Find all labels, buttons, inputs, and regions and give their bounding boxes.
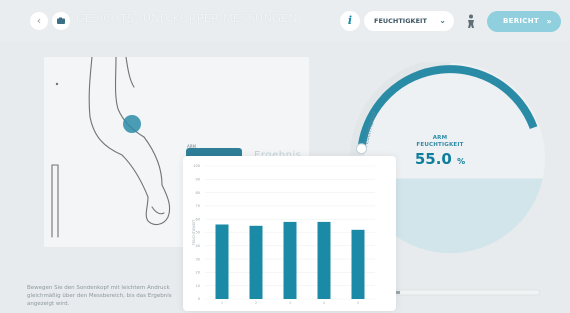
x-tick-label: 4	[323, 301, 325, 305]
bar-chart: 0 10 20 30 40 50 60 70 80 90 100 FEUCHTIGKEIT 1 2 3 4 5	[192, 164, 375, 305]
chart-bar	[317, 221, 331, 299]
y-axis-label: FEUCHTIGKEIT	[192, 219, 196, 245]
y-tick-label: 40	[196, 244, 200, 248]
info-icon: i	[347, 14, 353, 27]
chevron-down-icon: ⌄	[439, 16, 446, 25]
gauge-value-number: 55.0	[414, 150, 452, 168]
person-icon	[468, 14, 474, 28]
app-window: ‹ GESICHTS- UND KÖRPER-MESSUNGEN i FEUCH…	[0, 0, 570, 313]
measurement-spot-marker	[123, 115, 141, 133]
person-icon-button[interactable]	[462, 11, 480, 31]
page-title: GESICHTS- UND KÖRPER-MESSUNGEN	[76, 12, 298, 25]
gauge-value-unit: %	[457, 157, 466, 166]
back-button[interactable]: ‹	[30, 12, 48, 30]
moisture-history-chart: 0 10 20 30 40 50 60 70 80 90 100 FEUCHTIGKEIT 1 2 3 4 5	[183, 156, 396, 311]
y-tick-label: 30	[196, 257, 200, 261]
report-button-label: BERICHT	[503, 17, 539, 25]
x-tick-label: 5	[357, 301, 359, 305]
info-button[interactable]: i	[340, 11, 360, 31]
camera-button[interactable]	[52, 12, 70, 30]
chart-bar	[249, 225, 263, 299]
y-tick-label: 60	[196, 217, 200, 221]
instruction-hint: Bewegen Sie den Sondenkopf mit leichtem …	[27, 285, 172, 307]
report-button[interactable]: BERICHT »	[487, 11, 561, 32]
gauge-title-line2: FEUCHTIGKEIT	[416, 141, 464, 148]
gauge-handle[interactable]	[356, 143, 367, 155]
metric-select[interactable]: FEUCHTIGKEIT ⌄	[364, 11, 454, 31]
probe-device-image	[390, 289, 540, 296]
y-tick-label: 0	[198, 297, 200, 301]
x-tick-label: 2	[255, 301, 257, 305]
gauge-title: ARM FEUCHTIGKEIT	[400, 135, 480, 148]
x-tick-label: 1	[221, 301, 223, 305]
y-tick-label: 20	[196, 271, 200, 275]
chart-bar	[283, 221, 297, 299]
x-tick-label: 3	[289, 301, 291, 305]
camera-icon	[57, 17, 65, 24]
y-tick-label: 10	[196, 284, 200, 288]
top-toolbar: ‹ GESICHTS- UND KÖRPER-MESSUNGEN i FEUCH…	[0, 0, 570, 42]
chevron-left-icon: ‹	[36, 14, 42, 27]
double-chevron-right-icon: »	[546, 17, 552, 26]
y-tick-label: 50	[196, 231, 200, 235]
metric-select-value: FEUCHTIGKEIT	[374, 17, 427, 25]
chart-bar	[215, 224, 229, 299]
y-tick-label: 90	[196, 178, 200, 182]
y-tick-label: 70	[196, 204, 200, 208]
y-tick-label: 100	[193, 164, 200, 168]
chart-bar	[351, 229, 365, 299]
y-tick-label: 80	[196, 191, 200, 195]
gauge-value: 55.0 %	[400, 150, 480, 168]
